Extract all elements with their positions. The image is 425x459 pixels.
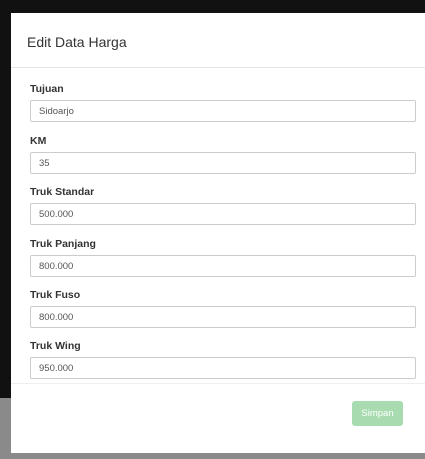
- field-truk-wing: Truk Wing: [30, 340, 416, 379]
- truk-fuso-input[interactable]: [30, 306, 416, 328]
- field-label: Truk Panjang: [30, 238, 96, 250]
- edit-price-modal: Edit Data Harga Tujuan KM Truk Standar T…: [11, 13, 425, 453]
- field-km: KM: [30, 135, 416, 174]
- field-tujuan: Tujuan: [30, 83, 416, 122]
- field-truk-standar: Truk Standar: [30, 186, 416, 225]
- modal-footer: Simpan: [11, 397, 425, 453]
- field-label: Truk Fuso: [30, 289, 81, 301]
- truk-standar-input[interactable]: [30, 203, 416, 225]
- modal-header: Edit Data Harga: [11, 13, 425, 68]
- field-label: Truk Wing: [30, 340, 81, 352]
- truk-panjang-input[interactable]: [30, 255, 416, 277]
- tujuan-input[interactable]: [30, 100, 416, 122]
- field-truk-fuso: Truk Fuso: [30, 289, 416, 328]
- field-truk-panjang: Truk Panjang: [30, 238, 416, 277]
- field-label: KM: [30, 135, 47, 147]
- save-button[interactable]: Simpan: [352, 401, 403, 426]
- modal-title: Edit Data Harga: [27, 34, 127, 50]
- form-divider: [11, 383, 425, 398]
- km-input[interactable]: [30, 152, 416, 174]
- truk-wing-input[interactable]: [30, 357, 416, 379]
- field-label: Truk Standar: [30, 186, 95, 198]
- field-label: Tujuan: [30, 83, 64, 95]
